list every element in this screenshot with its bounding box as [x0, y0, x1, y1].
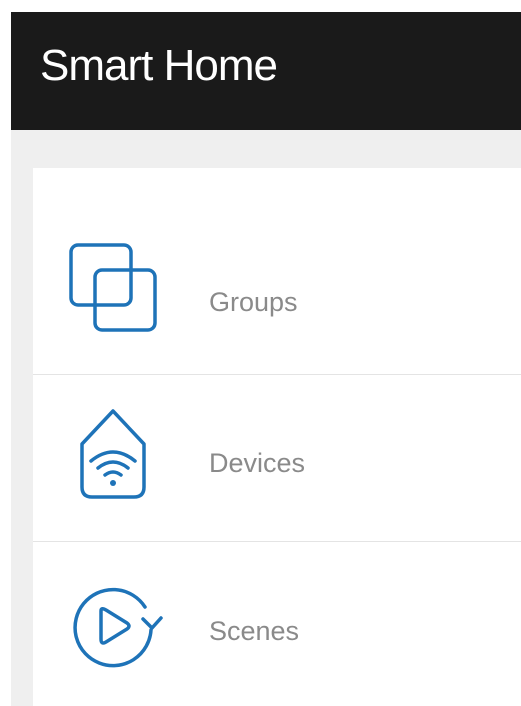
menu-item-label: Groups [209, 287, 298, 317]
menu-item-devices[interactable]: Devices [33, 375, 521, 541]
devices-icon [63, 405, 163, 505]
scenes-icon [63, 575, 163, 675]
page-title: Smart Home [40, 41, 278, 90]
menu-item-scenes[interactable]: Scenes [33, 542, 521, 706]
menu-item-groups[interactable]: Groups [33, 207, 521, 374]
app-header: Smart Home [11, 12, 521, 130]
menu-item-label: Scenes [209, 616, 300, 646]
menu-item-label: Devices [209, 448, 306, 478]
smart-home-app: Smart Home Groups Devices Scenes [11, 12, 521, 706]
groups-icon [63, 237, 163, 337]
main-menu: Groups Devices Scenes [33, 168, 521, 706]
